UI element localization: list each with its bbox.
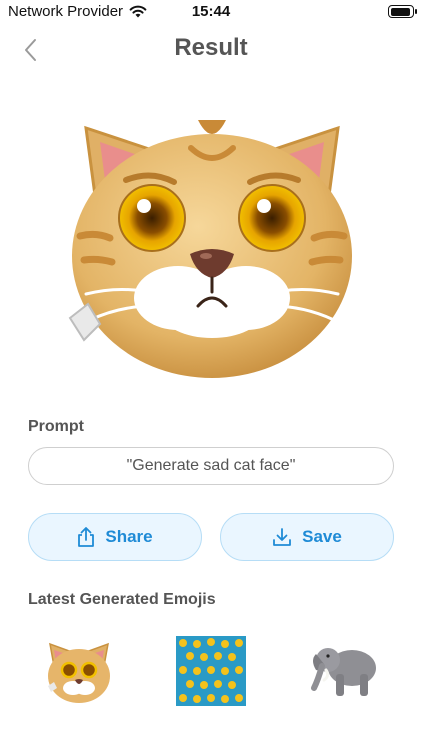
download-icon (273, 528, 292, 546)
nav-bar: Result (0, 30, 422, 70)
battery-icon (388, 5, 417, 18)
share-button[interactable]: Share (28, 513, 202, 561)
share-icon (78, 527, 95, 547)
save-button[interactable]: Save (220, 513, 394, 561)
prompt-label: Prompt (28, 418, 84, 435)
status-bar: Network Provider 15:44 (0, 0, 422, 24)
status-time: 15:44 (191, 3, 231, 20)
save-label: Save (302, 527, 342, 546)
generated-cat-emoji-image (68, 120, 352, 378)
share-label: Share (105, 527, 153, 546)
prompt-field[interactable]: "Generate sad cat face" (28, 447, 394, 485)
page-title: Result (174, 34, 248, 61)
latest-emoji-cat-thumbnail[interactable] (44, 636, 114, 706)
latest-emoji-elephant-thumbnail[interactable] (308, 636, 378, 706)
latest-emojis-heading: Latest Generated Emojis (28, 591, 216, 608)
prompt-text: "Generate sad cat face" (126, 457, 296, 474)
latest-emoji-pattern-thumbnail[interactable] (176, 636, 246, 706)
